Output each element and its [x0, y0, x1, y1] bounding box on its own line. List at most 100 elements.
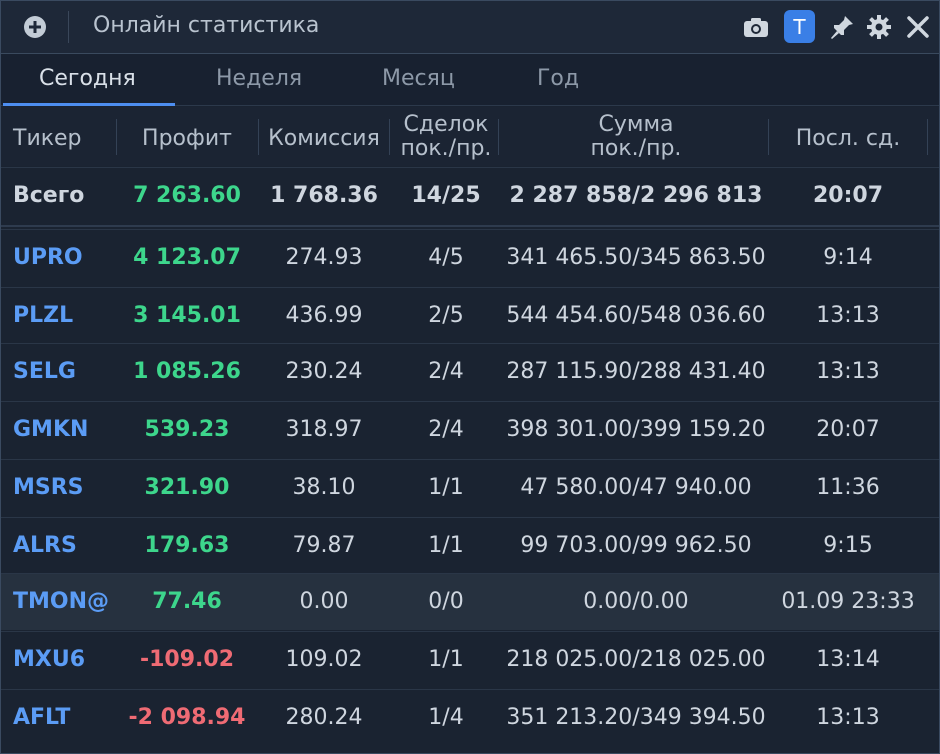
- fee-cell: 274.93: [285, 245, 363, 270]
- ticker-cell: MXU6: [13, 647, 86, 672]
- title-separator: [68, 11, 69, 43]
- last-deal-cell: 20:07: [816, 417, 880, 442]
- table-row[interactable]: MXU6 -109.02 109.02 1/1 218 025.00/218 0…: [1, 631, 939, 688]
- sum-cell: 544 454.60/548 036.60: [506, 303, 766, 328]
- fee-cell: 230.24: [285, 359, 363, 384]
- profit-cell: 77.46: [152, 589, 222, 614]
- deals-cell: 2/4: [428, 417, 464, 442]
- ticker-cell: MSRS: [13, 475, 84, 500]
- column-divider: [116, 119, 117, 155]
- total-profit: 7 263.60: [133, 183, 241, 208]
- sum-cell: 47 580.00/47 940.00: [520, 475, 752, 500]
- sum-cell: 218 025.00/218 025.00: [506, 647, 766, 672]
- column-last-deal[interactable]: Посл. сд.: [769, 127, 927, 151]
- ticker-cell: AFLT: [13, 705, 71, 730]
- title-bar: Онлайн статистика T: [1, 1, 939, 54]
- deals-cell: 1/4: [428, 705, 464, 730]
- t-toggle-button[interactable]: T: [784, 10, 815, 43]
- last-deal-cell: 13:14: [816, 647, 880, 672]
- fee-cell: 280.24: [285, 705, 363, 730]
- last-deal-cell: 13:13: [816, 303, 880, 328]
- table-row[interactable]: UPRO 4 123.07 274.93 4/5 341 465.50/345 …: [1, 229, 939, 286]
- last-deal-cell: 13:13: [816, 705, 880, 730]
- tab-year[interactable]: Год: [537, 66, 579, 91]
- active-tab-indicator: [3, 103, 175, 106]
- fee-cell: 0.00: [299, 589, 349, 614]
- fee-cell: 79.87: [292, 533, 356, 558]
- table-header: Тикер Профит Комиссия Сделок пок./пр. Су…: [1, 107, 939, 166]
- window-title: Онлайн статистика: [93, 13, 320, 38]
- column-profit[interactable]: Профит: [117, 127, 257, 151]
- add-circle-icon[interactable]: [23, 15, 47, 39]
- column-deals-line1: Сделок: [403, 112, 489, 137]
- table-row[interactable]: AFLT -2 098.94 280.24 1/4 351 213.20/349…: [1, 689, 939, 746]
- column-divider: [498, 119, 499, 155]
- sum-cell: 287 115.90/288 431.40: [506, 359, 766, 384]
- table-row[interactable]: ALRS 179.63 79.87 1/1 99 703.00/99 962.5…: [1, 517, 939, 574]
- statistics-window: Онлайн статистика T Сегодня Неделя Месяц…: [0, 0, 940, 754]
- total-divider: [1, 225, 939, 227]
- column-divider: [927, 119, 928, 155]
- fee-cell: 436.99: [285, 303, 363, 328]
- last-deal-cell: 13:13: [816, 359, 880, 384]
- column-deals[interactable]: Сделок пок./пр.: [393, 113, 499, 161]
- column-sum[interactable]: Сумма пок./пр.: [499, 113, 773, 161]
- sum-cell: 398 301.00/399 159.20: [506, 417, 766, 442]
- tab-week[interactable]: Неделя: [216, 66, 302, 91]
- profit-cell: 4 123.07: [133, 245, 241, 270]
- deals-cell: 2/5: [428, 303, 464, 328]
- column-sum-line2: пок./пр.: [590, 136, 682, 161]
- table-row-selected[interactable]: TMON@ 77.46 0.00 0/0 0.00/0.00 01.09 23:…: [1, 573, 939, 630]
- deals-cell: 2/4: [428, 359, 464, 384]
- profit-cell: 321.90: [144, 475, 230, 500]
- total-label: Всего: [13, 183, 85, 208]
- table-row[interactable]: GMKN 539.23 318.97 2/4 398 301.00/399 15…: [1, 401, 939, 458]
- last-deal-cell: 9:15: [823, 533, 873, 558]
- profit-cell: 3 145.01: [133, 303, 241, 328]
- total-last-deal: 20:07: [812, 183, 884, 208]
- sum-cell: 0.00/0.00: [583, 589, 689, 614]
- ticker-cell: ALRS: [13, 533, 77, 558]
- ticker-cell: SELG: [13, 359, 76, 384]
- last-deal-cell: 01.09 23:33: [781, 589, 915, 614]
- tab-month[interactable]: Месяц: [382, 66, 455, 91]
- pin-icon[interactable]: [827, 12, 857, 42]
- column-divider: [389, 119, 390, 155]
- profit-cell: 179.63: [144, 533, 230, 558]
- period-tabs: Сегодня Неделя Месяц Год: [1, 54, 939, 106]
- table-row[interactable]: SELG 1 085.26 230.24 2/4 287 115.90/288 …: [1, 343, 939, 400]
- profit-cell: -109.02: [139, 647, 235, 672]
- deals-cell: 1/1: [428, 475, 464, 500]
- ticker-cell: TMON@: [13, 589, 110, 614]
- close-icon[interactable]: [903, 12, 933, 42]
- gear-icon[interactable]: [864, 12, 894, 42]
- deals-cell: 1/1: [428, 533, 464, 558]
- fee-cell: 38.10: [292, 475, 356, 500]
- sum-cell: 341 465.50/345 863.50: [506, 245, 766, 270]
- last-deal-cell: 9:14: [823, 245, 873, 270]
- column-fee[interactable]: Комиссия: [259, 127, 389, 151]
- ticker-cell: UPRO: [13, 245, 83, 270]
- column-divider: [258, 119, 259, 155]
- deals-cell: 1/1: [428, 647, 464, 672]
- profit-cell: 1 085.26: [133, 359, 241, 384]
- sum-cell: 99 703.00/99 962.50: [520, 533, 752, 558]
- column-divider: [768, 119, 769, 155]
- ticker-cell: GMKN: [13, 417, 89, 442]
- column-sum-line1: Сумма: [598, 112, 674, 137]
- last-deal-cell: 11:36: [816, 475, 880, 500]
- table-row[interactable]: MSRS 321.90 38.10 1/1 47 580.00/47 940.0…: [1, 459, 939, 516]
- deals-cell: 4/5: [428, 245, 464, 270]
- camera-icon[interactable]: [741, 12, 771, 42]
- column-ticker[interactable]: Тикер: [13, 127, 82, 151]
- deals-cell: 0/0: [428, 589, 464, 614]
- table-row[interactable]: PLZL 3 145.01 436.99 2/5 544 454.60/548 …: [1, 287, 939, 344]
- column-deals-line2: пок./пр.: [400, 136, 492, 161]
- profit-cell: -2 098.94: [128, 705, 246, 730]
- profit-cell: 539.23: [144, 417, 230, 442]
- tab-today[interactable]: Сегодня: [39, 66, 136, 91]
- total-sum: 2 287 858/2 296 813: [509, 183, 763, 208]
- total-row: Всего 7 263.60 1 768.36 14/25 2 287 858/…: [1, 167, 939, 224]
- fee-cell: 318.97: [285, 417, 363, 442]
- total-deals: 14/25: [411, 183, 481, 208]
